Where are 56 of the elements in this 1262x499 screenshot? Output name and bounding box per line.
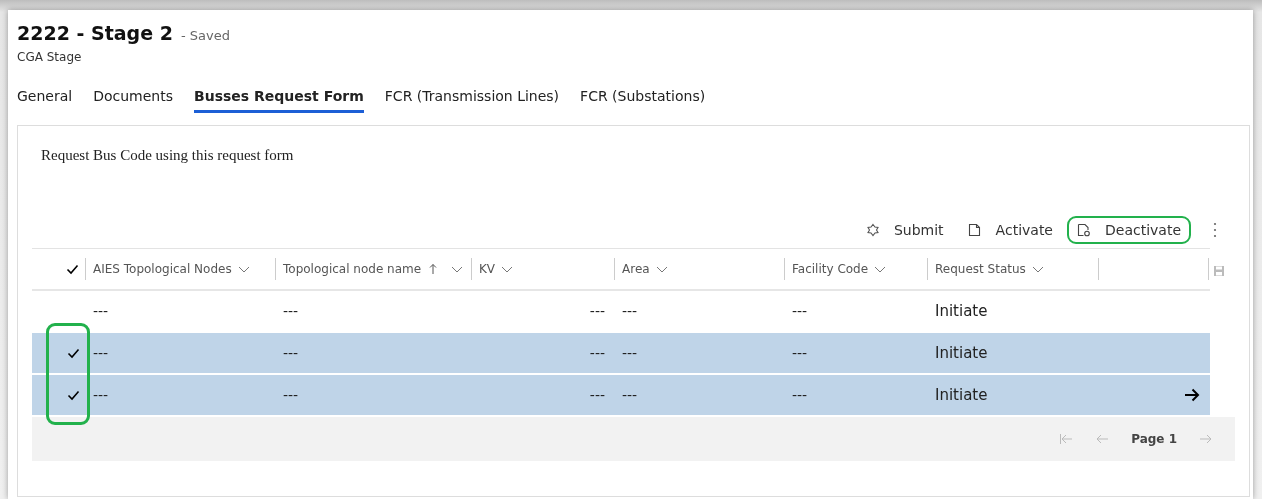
column-header[interactable]: Topological node name	[276, 258, 472, 280]
table-cell-text: ---	[621, 345, 639, 361]
save-icon	[1213, 265, 1225, 277]
first-page-icon	[1059, 433, 1074, 445]
column-header[interactable]: Area	[615, 258, 785, 280]
command-button[interactable]: Activate	[957, 216, 1063, 244]
save-status: - Saved	[180, 28, 230, 43]
column-header[interactable]: Facility Code	[785, 258, 928, 280]
table-cell-text: ---	[791, 387, 809, 403]
more-icon	[1213, 222, 1217, 238]
column-header[interactable]: KV	[472, 258, 615, 280]
table-cell-text: ---	[588, 387, 606, 403]
table-cell-text: ---	[92, 303, 110, 319]
chevron-down-icon	[501, 264, 514, 274]
next-page-icon	[1199, 433, 1213, 445]
tab[interactable]: General	[17, 84, 73, 113]
tab[interactable]: Busses Request Form	[194, 84, 364, 113]
table-cell-text: ---	[282, 345, 300, 361]
tab[interactable]: FCR (Transmission Lines)	[384, 84, 560, 113]
table-cell-text: Initiate	[934, 344, 989, 362]
document-icon	[967, 223, 982, 237]
page-number: Page 1	[1131, 432, 1177, 446]
chevron-down-icon	[874, 264, 887, 274]
more-button[interactable]	[1213, 222, 1217, 238]
command-button[interactable]: Deactivate	[1067, 216, 1191, 244]
section-description: Request Bus Code using this request form	[41, 147, 295, 164]
row-checkmark-icon	[67, 389, 80, 401]
select-all-checkmark-icon	[66, 263, 79, 275]
table-cell-text: ---	[588, 303, 606, 319]
document-icon	[1077, 223, 1091, 237]
table-cell-text: ---	[92, 387, 110, 403]
chevron-down-icon	[655, 264, 668, 274]
table-cell-text: ---	[92, 345, 110, 361]
table-row[interactable]: --- --- --- --- --- Initiate	[32, 333, 1210, 375]
table-cell-text: Initiate	[934, 386, 989, 404]
command-button[interactable]: Submit	[855, 216, 954, 244]
record-title: 2222 - Stage 2	[17, 22, 173, 44]
table-cell-text: ---	[282, 387, 300, 403]
tab[interactable]: FCR (Substations)	[580, 84, 706, 113]
table-cell-text: ---	[282, 303, 300, 319]
table-cell-text: ---	[588, 345, 606, 361]
table-cell-text: ---	[621, 387, 639, 403]
tab[interactable]: Documents	[93, 84, 173, 113]
chevron-down-icon	[237, 264, 250, 274]
column-header[interactable]: Request Status	[928, 258, 1099, 280]
table-cell-text: ---	[621, 303, 639, 319]
table-row[interactable]: --- --- --- --- --- Initiate	[32, 375, 1210, 417]
column-header[interactable]: AIES Topological Nodes	[86, 258, 276, 280]
table-cell-text: ---	[791, 345, 809, 361]
table-cell-text: Initiate	[934, 302, 989, 320]
table-cell-text: ---	[791, 303, 809, 319]
previous-page-icon	[1095, 433, 1110, 445]
row-checkmark-icon	[67, 347, 80, 359]
chevron-down-icon	[1031, 264, 1044, 274]
entity-name: CGA Stage	[17, 50, 83, 64]
chevron-down-icon	[451, 264, 464, 274]
